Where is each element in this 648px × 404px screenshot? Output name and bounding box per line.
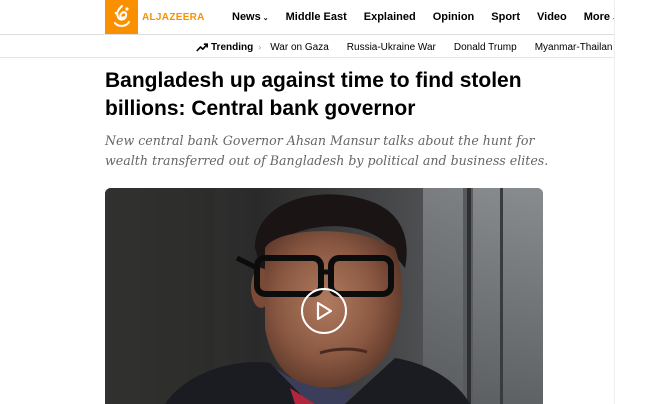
chevron-right-icon: › [258,42,262,52]
main-nav: News ⌄ Middle East Explained Opinion Spo… [232,0,635,34]
nav-item-label: Sport [491,11,520,23]
nav-item-label: Video [537,11,567,23]
aljazeera-calligraphy-icon [113,5,130,27]
chevron-down-icon: ⌄ [262,14,269,22]
nav-item-video[interactable]: Video [537,11,567,23]
aljazeera-logo-mark [105,0,138,34]
play-icon [316,301,333,321]
site-header: ALJAZEERA News ⌄ Middle East Explained O… [0,0,618,35]
trending-link-myanmar-thailand[interactable]: Myanmar-Thailan [535,42,613,53]
trending-link-war-on-gaza[interactable]: War on Gaza [270,42,329,53]
nav-item-sport[interactable]: Sport [491,11,520,23]
nav-item-opinion[interactable]: Opinion [433,11,475,23]
nav-item-label: Middle East [285,11,347,23]
right-gutter [614,0,648,404]
nav-item-middle-east[interactable]: Middle East [286,11,347,23]
nav-item-news[interactable]: News ⌄ [232,11,269,23]
trending-label: Trending [196,42,253,53]
video-player[interactable] [105,188,543,404]
trending-link-russia-ukraine-war[interactable]: Russia-Ukraine War [347,42,436,53]
trending-label-text: Trending [211,41,254,53]
nav-item-label: Explained [363,11,416,23]
trending-link-donald-trump[interactable]: Donald Trump [454,42,517,53]
play-button[interactable] [301,288,347,334]
trending-bar: Trending › War on Gaza Russia-Ukraine Wa… [0,36,614,58]
article-deck: New central bank Governor Ahsan Mansur t… [105,133,549,168]
nav-item-more[interactable]: More ⌄ [584,11,618,23]
nav-item-label: Opinion [432,11,475,23]
brand-name: ALJAZEERA [142,11,205,23]
article-headline: Bangladesh up against time to find stole… [105,69,522,120]
trending-up-icon [196,42,208,52]
site-logo[interactable]: ALJAZEERA [105,0,205,34]
nav-item-explained[interactable]: Explained [364,11,416,23]
page: ALJAZEERA News ⌄ Middle East Explained O… [0,0,618,404]
nav-item-label: More [583,11,611,23]
nav-item-label: News [232,11,261,23]
